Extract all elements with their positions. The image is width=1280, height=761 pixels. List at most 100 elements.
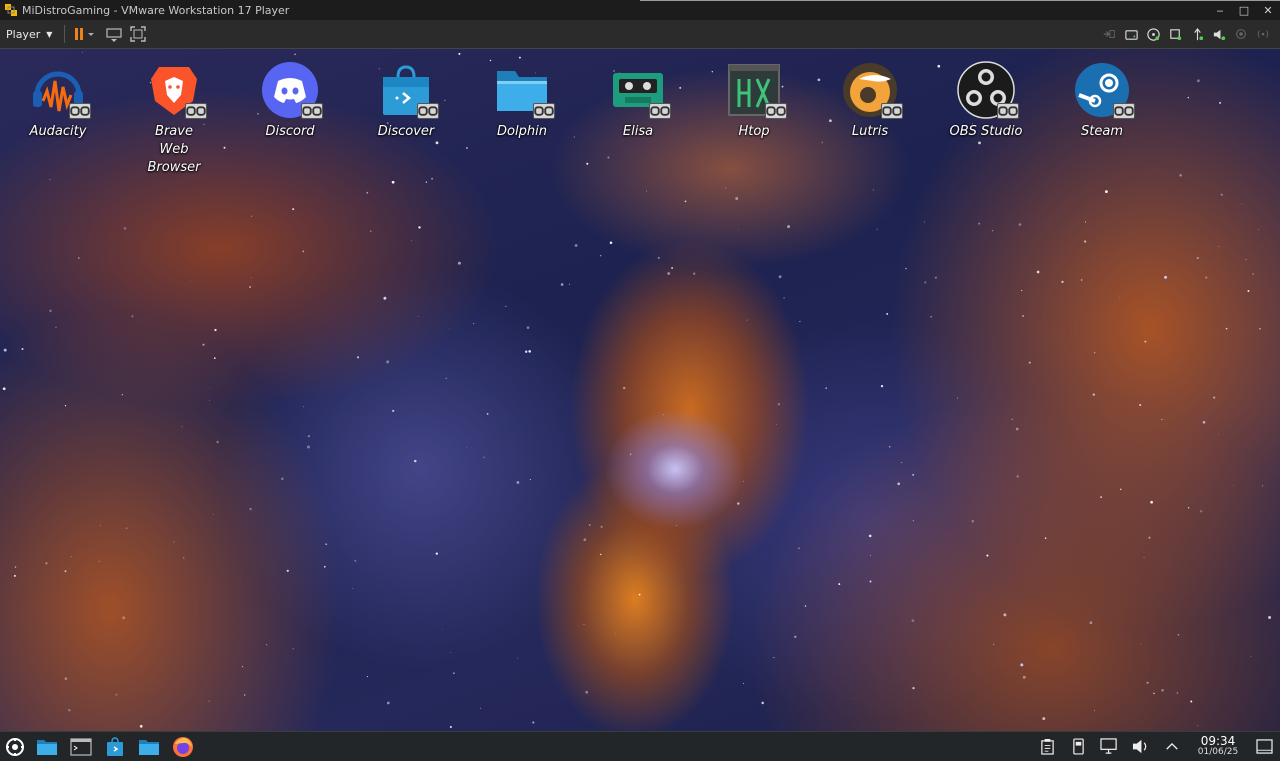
wallpaper-star	[1187, 96, 1190, 99]
wallpaper-star	[1020, 663, 1024, 667]
volume-button[interactable]	[1125, 732, 1156, 761]
wallpaper-star	[49, 179, 51, 180]
wallpaper-star	[212, 513, 214, 516]
desktop-icon-discover[interactable]: Discover	[358, 61, 454, 141]
taskbar-firefox[interactable]	[166, 732, 200, 761]
symlink-badge-icon	[1113, 103, 1135, 119]
fullscreen-button[interactable]	[127, 23, 149, 45]
cd-dvd-icon[interactable]	[1142, 23, 1164, 45]
pause-button[interactable]	[71, 23, 101, 45]
wallpaper-star	[2, 387, 6, 391]
desktop-wallpaper[interactable]: Audacity Brave Web Browser Discord Disco…	[0, 49, 1280, 731]
wallpaper-star	[623, 386, 626, 390]
hard-disk-icon[interactable]	[1120, 23, 1142, 45]
show-desktop-button[interactable]	[1249, 732, 1280, 761]
maximize-icon[interactable]: □	[1232, 0, 1256, 20]
wallpaper-star	[323, 565, 326, 568]
network-adapter-icon[interactable]	[1098, 23, 1120, 45]
wallpaper-star	[568, 283, 571, 285]
application-launcher-button[interactable]	[0, 732, 30, 761]
wallpaper-star	[956, 397, 958, 399]
wallpaper-star	[1252, 273, 1254, 275]
toolbar-separator	[64, 25, 66, 43]
wallpaper-star	[486, 413, 489, 415]
usb-icon[interactable]	[1164, 23, 1186, 45]
symlink-badge-icon	[533, 103, 555, 119]
wallpaper-star	[986, 554, 989, 557]
clock-time: 09:34	[1200, 733, 1236, 748]
player-menu-button[interactable]: Player ▼	[0, 20, 58, 48]
wallpaper-star	[1197, 79, 1200, 83]
desktop-icon-elisa[interactable]: Elisa	[590, 61, 686, 141]
wallpaper-star	[1190, 700, 1193, 703]
usb-device-icon[interactable]	[1186, 23, 1208, 45]
sound-card-icon[interactable]	[1208, 23, 1230, 45]
tray-expand-button[interactable]	[1156, 732, 1187, 761]
wallpaper-star	[505, 305, 507, 307]
wallpaper-star	[889, 446, 891, 448]
wallpaper-star	[743, 480, 744, 482]
camera-icon[interactable]	[1230, 23, 1252, 45]
wallpaper-star	[208, 700, 210, 702]
wallpaper-star	[202, 343, 205, 346]
wallpaper-star	[869, 580, 872, 583]
minimize-icon[interactable]: ‒	[1208, 0, 1232, 20]
wallpaper-star	[971, 519, 975, 523]
desktop-icon-lutris[interactable]: Lutris	[822, 61, 918, 141]
wallpaper-star	[804, 605, 807, 607]
wallpaper-star	[1247, 290, 1250, 292]
vmware-logo-icon	[4, 3, 18, 17]
wallpaper-star	[991, 230, 994, 232]
wallpaper-star	[1213, 396, 1216, 399]
wallpaper-star	[1150, 500, 1153, 504]
close-icon[interactable]: ✕	[1256, 0, 1280, 20]
wallpaper-star	[173, 541, 175, 543]
wallpaper-star	[1083, 240, 1087, 243]
send-ctrl-alt-del-button[interactable]	[103, 23, 125, 45]
wallpaper-star	[905, 267, 907, 270]
wallpaper-star	[583, 624, 585, 625]
clipboard-button[interactable]	[1032, 732, 1063, 761]
desktop-icon-discord[interactable]: Discord	[242, 61, 338, 141]
wallpaper-star	[292, 208, 295, 211]
taskbar-terminal[interactable]	[64, 732, 98, 761]
desktop-icon-steam[interactable]: Steam	[1054, 61, 1150, 141]
network-button[interactable]	[1094, 732, 1125, 761]
wallpaper-star	[924, 281, 927, 284]
wallpaper-star	[418, 226, 421, 229]
wallpaper-star	[775, 424, 777, 425]
wallpaper-star	[1202, 420, 1206, 424]
wallpaper-star	[303, 406, 305, 408]
taskbar-discover[interactable]	[98, 732, 132, 761]
send-ctrl-alt-del-icon	[106, 28, 122, 42]
storage-device-icon	[1073, 738, 1084, 755]
wallpaper-star	[435, 552, 438, 555]
desktop-icon-htop[interactable]: Htop	[706, 61, 802, 141]
digital-clock[interactable]: 09:34 01/06/25	[1193, 733, 1243, 758]
wallpaper-star	[794, 635, 797, 638]
symlink-badge-icon	[765, 103, 787, 119]
network-icon	[1100, 738, 1117, 754]
wallpaper-star	[449, 328, 450, 330]
window-title-bar: MiDistroGaming - VMware Workstation 17 P…	[0, 0, 1280, 20]
wallpaper-star	[589, 524, 591, 526]
wallpaper-star	[528, 350, 531, 353]
wallpaper-star	[838, 583, 841, 586]
wallpaper-star	[1105, 190, 1108, 194]
wallpaper-star	[435, 141, 439, 145]
taskbar-dolphin[interactable]	[132, 732, 166, 761]
desktop-icon-obs-studio[interactable]: OBS Studio	[938, 61, 1034, 141]
wallpaper-star	[1225, 327, 1228, 330]
desktop-icon-dolphin[interactable]: Dolphin	[474, 61, 570, 141]
wallpaper-star	[3, 348, 7, 352]
storage-device-button[interactable]	[1063, 732, 1094, 761]
taskbar-file-manager[interactable]	[30, 732, 64, 761]
wireless-icon[interactable]	[1252, 23, 1274, 45]
desktop-icon-audacity[interactable]: Audacity	[10, 61, 106, 141]
wallpaper-star	[473, 323, 475, 325]
wallpaper-star	[81, 51, 83, 54]
wallpaper-star	[213, 357, 216, 359]
desktop-icon-brave[interactable]: Brave Web Browser	[126, 61, 222, 177]
wallpaper-star	[1176, 692, 1179, 694]
volume-icon	[1132, 739, 1147, 754]
